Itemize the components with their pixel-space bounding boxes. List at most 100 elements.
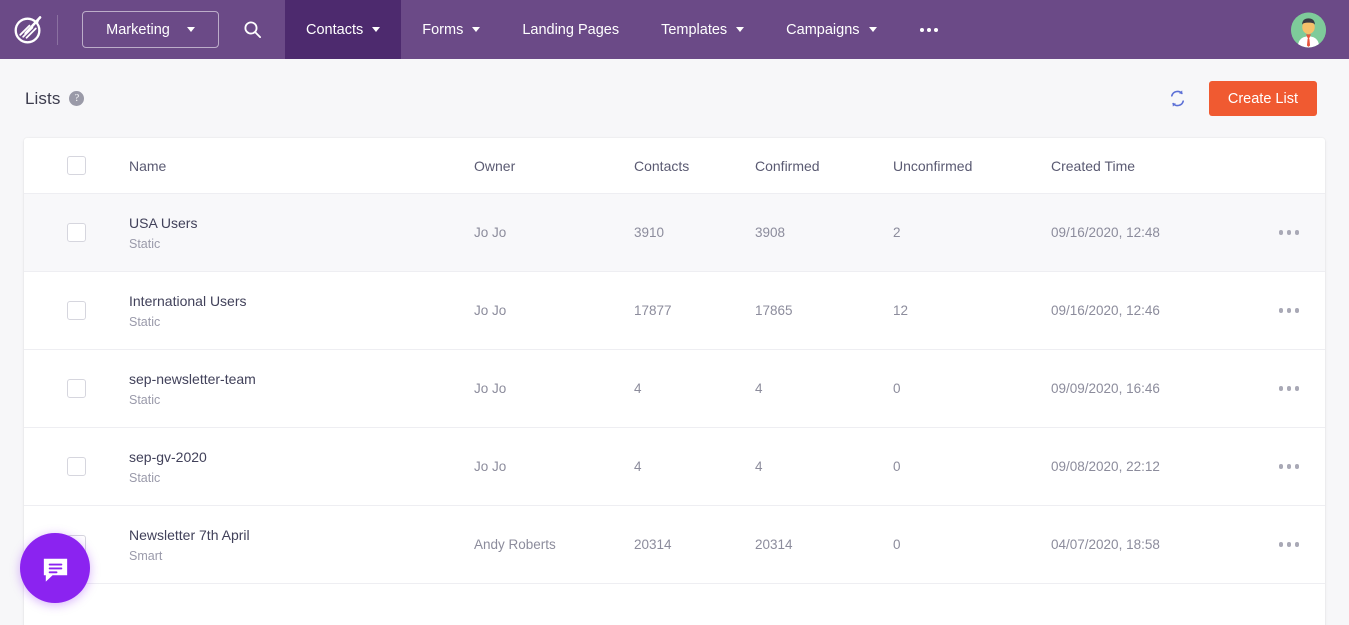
list-name[interactable]: Newsletter 7th April bbox=[129, 527, 474, 543]
create-list-button[interactable]: Create List bbox=[1209, 81, 1317, 116]
primary-nav-items: Contacts Forms Landing Pages Templates C… bbox=[285, 0, 960, 59]
avatar bbox=[1291, 12, 1326, 47]
chat-bubble-icon bbox=[39, 552, 72, 585]
cell-actions bbox=[1241, 222, 1325, 243]
cell-name: International Users Static bbox=[129, 293, 474, 329]
cell-confirmed: 20314 bbox=[755, 537, 893, 552]
list-name[interactable]: USA Users bbox=[129, 215, 474, 231]
top-navigation-bar: Marketing Contacts Forms Landing Pages T… bbox=[0, 0, 1349, 59]
nav-item-templates-label: Templates bbox=[661, 22, 727, 38]
chevron-down-icon bbox=[869, 27, 877, 32]
row-checkbox[interactable] bbox=[67, 223, 86, 242]
page-header-left: Lists ? bbox=[25, 89, 84, 109]
table-row[interactable]: International Users Static Jo Jo 17877 1… bbox=[24, 272, 1325, 350]
chevron-down-icon bbox=[187, 27, 195, 32]
cell-contacts: 3910 bbox=[634, 225, 755, 240]
column-header-unconfirmed[interactable]: Unconfirmed bbox=[893, 158, 1051, 174]
nav-item-landing-pages[interactable]: Landing Pages bbox=[501, 0, 640, 59]
cell-owner: Andy Roberts bbox=[474, 537, 634, 552]
list-name[interactable]: sep-newsletter-team bbox=[129, 371, 474, 387]
column-header-name[interactable]: Name bbox=[129, 158, 474, 174]
row-select-cell bbox=[24, 223, 129, 242]
table-row[interactable] bbox=[24, 584, 1325, 625]
app-switcher-button[interactable]: Marketing bbox=[82, 11, 219, 48]
nav-item-campaigns[interactable]: Campaigns bbox=[765, 0, 897, 59]
chat-widget-button[interactable] bbox=[20, 533, 90, 603]
app-switcher-label: Marketing bbox=[106, 22, 170, 38]
table-header-row: Name Owner Contacts Confirmed Unconfirme… bbox=[24, 138, 1325, 194]
list-type: Static bbox=[129, 393, 474, 407]
row-select-cell bbox=[24, 301, 129, 320]
cell-contacts: 20314 bbox=[634, 537, 755, 552]
user-avatar-button[interactable] bbox=[1291, 12, 1326, 47]
cell-unconfirmed: 0 bbox=[893, 459, 1051, 474]
row-checkbox[interactable] bbox=[67, 379, 86, 398]
list-type: Static bbox=[129, 471, 474, 485]
nav-item-campaigns-label: Campaigns bbox=[786, 22, 859, 38]
page-header: Lists ? Create List bbox=[0, 59, 1349, 138]
select-all-cell bbox=[24, 156, 129, 175]
column-header-contacts[interactable]: Contacts bbox=[634, 158, 755, 174]
list-type: Static bbox=[129, 315, 474, 329]
row-select-cell bbox=[24, 379, 129, 398]
cell-confirmed: 4 bbox=[755, 459, 893, 474]
cell-actions bbox=[1241, 378, 1325, 399]
table-row[interactable]: Newsletter 7th April Smart Andy Roberts … bbox=[24, 506, 1325, 584]
refresh-button[interactable] bbox=[1168, 89, 1187, 108]
cell-contacts: 4 bbox=[634, 381, 755, 396]
chevron-down-icon bbox=[372, 27, 380, 32]
marketing-hub-logo-icon bbox=[13, 14, 44, 45]
refresh-icon bbox=[1168, 89, 1187, 108]
cell-contacts: 17877 bbox=[634, 303, 755, 318]
cell-contacts: 4 bbox=[634, 459, 755, 474]
cell-created-time: 09/08/2020, 22:12 bbox=[1051, 459, 1241, 474]
more-horizontal-icon bbox=[920, 28, 938, 32]
cell-owner: Jo Jo bbox=[474, 225, 634, 240]
search-icon bbox=[243, 20, 262, 39]
column-header-created-time[interactable]: Created Time bbox=[1051, 158, 1241, 174]
cell-name: Newsletter 7th April Smart bbox=[129, 527, 474, 563]
row-actions-menu-icon[interactable] bbox=[1275, 222, 1304, 243]
nav-more-button[interactable] bbox=[898, 0, 960, 59]
row-actions-menu-icon[interactable] bbox=[1275, 300, 1304, 321]
app-logo[interactable] bbox=[0, 0, 57, 59]
navbar-divider bbox=[57, 15, 58, 45]
list-type: Smart bbox=[129, 549, 474, 563]
help-circle-icon[interactable]: ? bbox=[69, 91, 84, 106]
cell-unconfirmed: 12 bbox=[893, 303, 1051, 318]
row-checkbox[interactable] bbox=[67, 301, 86, 320]
nav-item-contacts-label: Contacts bbox=[306, 22, 363, 38]
row-actions-menu-icon[interactable] bbox=[1275, 456, 1304, 477]
row-actions-menu-icon[interactable] bbox=[1275, 534, 1304, 555]
column-header-confirmed[interactable]: Confirmed bbox=[755, 158, 893, 174]
search-button[interactable] bbox=[219, 0, 285, 59]
cell-name: USA Users Static bbox=[129, 215, 474, 251]
table-row[interactable]: sep-gv-2020 Static Jo Jo 4 4 0 09/08/202… bbox=[24, 428, 1325, 506]
cell-unconfirmed: 0 bbox=[893, 537, 1051, 552]
cell-confirmed: 4 bbox=[755, 381, 893, 396]
row-select-cell bbox=[24, 457, 129, 476]
select-all-checkbox[interactable] bbox=[67, 156, 86, 175]
cell-created-time: 09/09/2020, 16:46 bbox=[1051, 381, 1241, 396]
row-actions-menu-icon[interactable] bbox=[1275, 378, 1304, 399]
cell-actions bbox=[1241, 300, 1325, 321]
cell-created-time: 09/16/2020, 12:48 bbox=[1051, 225, 1241, 240]
list-type: Static bbox=[129, 237, 474, 251]
nav-item-forms[interactable]: Forms bbox=[401, 0, 501, 59]
list-name[interactable]: International Users bbox=[129, 293, 474, 309]
table-row[interactable]: sep-newsletter-team Static Jo Jo 4 4 0 0… bbox=[24, 350, 1325, 428]
list-name[interactable]: sep-gv-2020 bbox=[129, 449, 474, 465]
cell-name: sep-newsletter-team Static bbox=[129, 371, 474, 407]
cell-created-time: 04/07/2020, 18:58 bbox=[1051, 537, 1241, 552]
user-avatar-icon bbox=[1291, 12, 1326, 47]
column-header-owner[interactable]: Owner bbox=[474, 158, 634, 174]
row-checkbox[interactable] bbox=[67, 457, 86, 476]
table-row[interactable]: USA Users Static Jo Jo 3910 3908 2 09/16… bbox=[24, 194, 1325, 272]
nav-item-contacts[interactable]: Contacts bbox=[285, 0, 401, 59]
cell-created-time: 09/16/2020, 12:46 bbox=[1051, 303, 1241, 318]
page-header-actions: Create List bbox=[1168, 81, 1317, 116]
chevron-down-icon bbox=[736, 27, 744, 32]
cell-owner: Jo Jo bbox=[474, 381, 634, 396]
nav-item-templates[interactable]: Templates bbox=[640, 0, 765, 59]
cell-confirmed: 3908 bbox=[755, 225, 893, 240]
